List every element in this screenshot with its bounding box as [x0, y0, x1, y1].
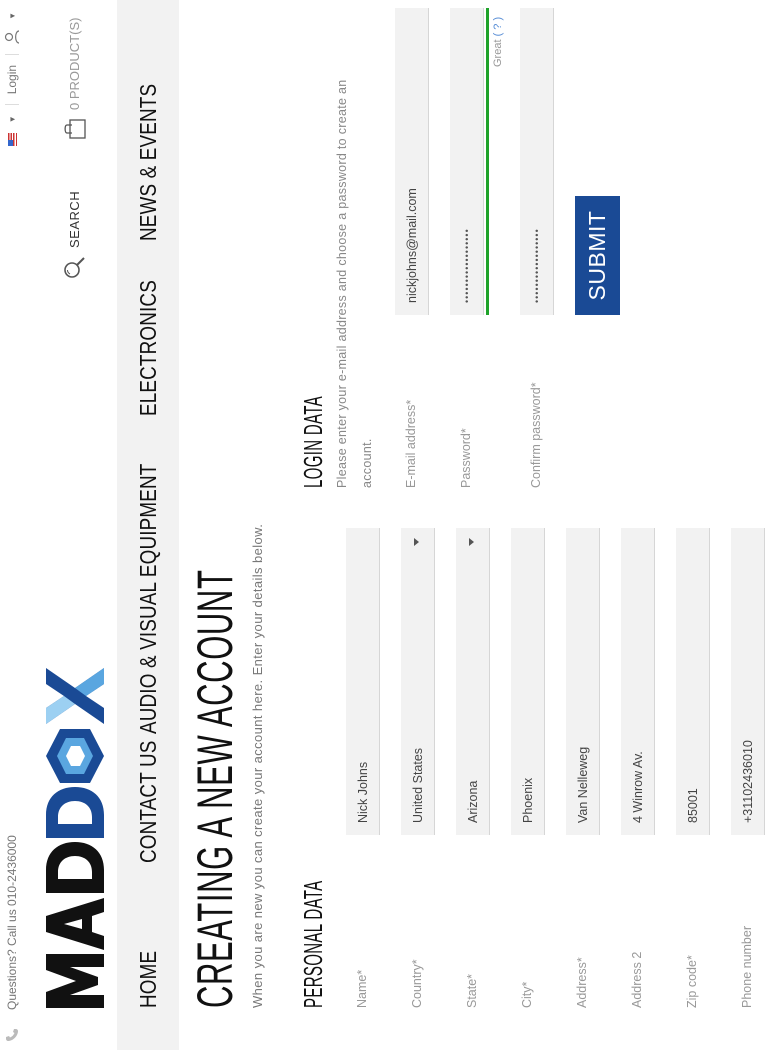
- nav-item-home[interactable]: HOME: [135, 951, 162, 1008]
- password-strength: Great ( ? ): [492, 17, 504, 67]
- password-label: Password*: [459, 428, 473, 488]
- confirm-password-value: ••••••••••••••••••: [531, 228, 542, 303]
- divider: [5, 104, 19, 106]
- address2-input[interactable]: 4 Winrow Av.: [621, 528, 655, 835]
- divider: [5, 53, 19, 55]
- phone-text: Questions? Call us 010-2436000: [5, 835, 19, 1010]
- country-label: Country*: [410, 959, 424, 1008]
- confirm-password-label: Confirm password*: [529, 382, 543, 488]
- address2-label: Address 2: [630, 951, 644, 1008]
- page-subtitle: When you are new you can create your acc…: [250, 523, 265, 1008]
- cart-label: 0 PRODUCT(S): [66, 17, 82, 110]
- address2-value: 4 Winrow Av.: [630, 751, 645, 823]
- login-description-line: Please enter your e-mail address and cho…: [335, 79, 349, 488]
- password-value: ••••••••••••••••••: [461, 228, 472, 303]
- name-value: Nick Johns: [355, 761, 370, 823]
- language-caret-icon[interactable]: ▼: [8, 115, 17, 123]
- topbar-contact: Questions? Call us 010-2436000: [0, 835, 24, 1041]
- logo[interactable]: [42, 628, 113, 1008]
- nav-item-electronics[interactable]: ELECTRONICS: [135, 280, 162, 416]
- search-icon: [64, 257, 85, 278]
- shopping-bag-icon: [64, 119, 86, 139]
- page-title: CREATING A NEW ACCOUNT: [187, 569, 243, 1008]
- zip-input[interactable]: 85001: [676, 528, 710, 835]
- main-nav: HOME CONTACT US AUDIO & VISUAL EQUIPMENT…: [117, 0, 179, 1050]
- search-label: SEARCH: [66, 190, 82, 248]
- zip-value: 85001: [685, 788, 700, 823]
- city-label: City*: [520, 981, 534, 1008]
- city-value: Phoenix: [520, 777, 535, 823]
- state-label: State*: [465, 973, 479, 1008]
- login-link[interactable]: Login: [5, 65, 19, 94]
- strength-label: Great: [492, 39, 504, 67]
- country-select[interactable]: United States: [401, 528, 435, 835]
- login-description-line: account.: [360, 438, 374, 488]
- personal-data-heading: PERSONAL DATA: [298, 880, 328, 1008]
- search-button[interactable]: SEARCH: [62, 191, 86, 280]
- account-caret-icon[interactable]: ▼: [8, 12, 17, 20]
- user-icon[interactable]: [4, 30, 20, 44]
- password-input[interactable]: ••••••••••••••••••: [450, 8, 484, 315]
- address-input[interactable]: Van Nelleweg: [566, 528, 600, 835]
- us-flag-icon[interactable]: [7, 133, 17, 147]
- email-input[interactable]: nickjohns@mail.com: [395, 8, 429, 315]
- email-label: E-mail address*: [404, 399, 418, 488]
- strength-help-link[interactable]: ( ? ): [492, 17, 504, 37]
- page: Questions? Call us 010-2436000 ▼ Login ▼: [0, 0, 774, 1050]
- topbar-account: ▼ Login ▼: [0, 12, 24, 147]
- cart-button[interactable]: 0 PRODUCT(S): [62, 18, 86, 140]
- login-description: Please enter your e-mail address and cho…: [330, 18, 380, 488]
- login-data-heading: LOGIN DATA: [298, 395, 328, 488]
- state-select[interactable]: Arizona: [456, 528, 490, 835]
- phone-input[interactable]: +3110243​6010: [731, 528, 765, 835]
- country-value: United States: [410, 747, 425, 823]
- maddox-logo: [46, 668, 104, 1008]
- name-label: Name*: [355, 969, 369, 1008]
- state-value: Arizona: [465, 780, 480, 823]
- address-value: Van Nelleweg: [575, 746, 590, 823]
- nav-item-contact-us[interactable]: CONTACT US: [135, 740, 162, 863]
- address-label: Address*: [575, 957, 589, 1008]
- nav-item-audio-visual[interactable]: AUDIO & VISUAL EQUIPMENT: [135, 464, 162, 734]
- submit-button[interactable]: SUBMIT: [575, 196, 620, 315]
- name-input[interactable]: Nick Johns: [346, 528, 380, 835]
- password-strength-bar: [486, 8, 489, 315]
- email-value: nickjohns@mail.com: [404, 188, 419, 303]
- confirm-password-input[interactable]: ••••••••••••••••••: [520, 8, 554, 315]
- nav-item-news-events[interactable]: NEWS & EVENTS: [135, 84, 162, 241]
- city-input[interactable]: Phoenix: [511, 528, 545, 835]
- chevron-down-icon: [414, 538, 419, 546]
- phone-label: Phone number: [740, 925, 754, 1008]
- phone-value: +3110243​6010: [740, 740, 755, 823]
- chevron-down-icon: [469, 538, 474, 546]
- phone-icon: [6, 1029, 18, 1041]
- zip-label: Zip code*: [685, 955, 699, 1008]
